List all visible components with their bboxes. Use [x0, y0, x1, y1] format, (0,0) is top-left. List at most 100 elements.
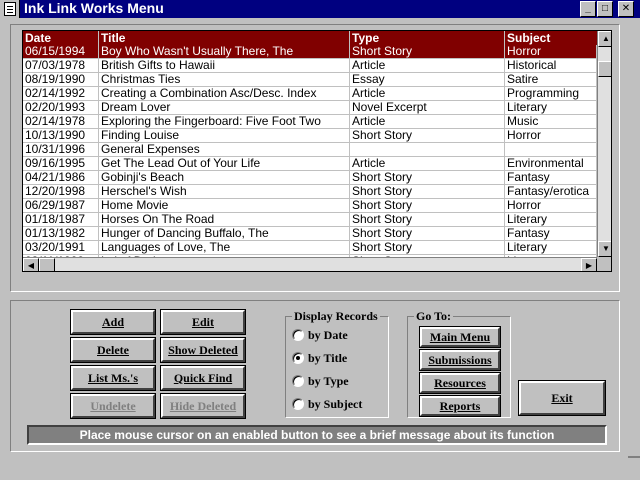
table-row[interactable]: 04/21/1986 Gobinji's Beach Short Story Fant… — [23, 171, 597, 185]
table-cell-type: Essay — [350, 73, 505, 87]
table-cell-date: 01/13/1982 — [23, 227, 99, 241]
hide-deleted-button[interactable]: Hide Deleted — [160, 393, 246, 419]
table-row[interactable]: 06/29/1987 Home Movie Short Story Horror — [23, 199, 597, 213]
table-cell-title: Creating a Combination Asc/Desc. Index — [99, 87, 350, 101]
table-cell-date: 02/14/1992 — [23, 87, 99, 101]
column-header-subject[interactable]: Subject — [505, 31, 597, 45]
table-cell-title: Hunger of Dancing Buffalo, The — [99, 227, 350, 241]
table-cell-subject: Historical — [505, 59, 597, 73]
radio-by-title-label: by Title — [308, 351, 348, 365]
table-cell-date: 02/14/1978 — [23, 115, 99, 129]
close-button[interactable]: ✕ — [618, 1, 634, 17]
table-cell-type: Article — [350, 157, 505, 171]
table-cell-type: Short Story — [350, 227, 505, 241]
list-ms-button[interactable]: List Ms.'s — [70, 365, 156, 391]
undelete-button[interactable]: Undelete — [70, 393, 156, 419]
list-ms-button-label: List Ms.'s — [87, 371, 138, 385]
table-row[interactable]: 01/18/1987 Horses On The Road Short Story L… — [23, 213, 597, 227]
table-cell-title: Herschel's Wish — [99, 185, 350, 199]
table-cell-subject: Fantasy — [505, 227, 597, 241]
scroll-left-arrow-icon[interactable]: ◀ — [23, 258, 39, 271]
table-cell-subject: Literary — [505, 241, 597, 255]
column-header-date[interactable]: Date — [23, 31, 99, 45]
submissions-button[interactable]: Submissions — [419, 349, 501, 371]
main-menu-button-label: Main Menu — [429, 330, 491, 344]
scroll-down-arrow-icon[interactable]: ▼ — [598, 241, 611, 257]
radio-by-type-circle[interactable] — [292, 375, 304, 387]
table-cell-title: Gobinji's Beach — [99, 171, 350, 185]
status-message: Place mouse cursor on an enabled button … — [27, 425, 607, 445]
table-cell-type: Short Story — [350, 213, 505, 227]
edit-button-label: Edit — [191, 315, 214, 329]
table-cell-subject: Environmental — [505, 157, 597, 171]
table-cell-subject: Horror — [505, 45, 597, 59]
window-title: Ink Link Works Menu — [24, 0, 164, 16]
records-grid[interactable]: Date Title Type Subject 06/15/1994 Boy Wh… — [22, 30, 612, 272]
table-row[interactable]: 02/14/1992 Creating a Combination Asc/Des… — [23, 87, 597, 101]
quick-find-button-label: Quick Find — [173, 371, 233, 385]
table-cell-type: Article — [350, 59, 505, 73]
radio-by-type-label: by Type — [308, 374, 349, 388]
table-cell-date: 02/20/1993 — [23, 101, 99, 115]
table-cell-date: 01/18/1987 — [23, 213, 99, 227]
vertical-scrollbar[interactable]: ▲ ▼ — [597, 31, 611, 257]
table-row[interactable]: 08/19/1990 Christmas Ties Essay Satire — [23, 73, 597, 87]
table-row[interactable]: 06/15/1994 Boy Who Wasn't Usually There, … — [23, 45, 597, 59]
show-deleted-button[interactable]: Show Deleted — [160, 337, 246, 363]
maximize-button[interactable]: □ — [597, 1, 613, 17]
table-row[interactable]: 07/03/1978 British Gifts to Hawaii Article… — [23, 59, 597, 73]
scroll-up-arrow-icon[interactable]: ▲ — [598, 31, 611, 47]
exit-button[interactable]: Exit — [518, 380, 606, 416]
vertical-scroll-thumb[interactable] — [598, 61, 611, 77]
table-row[interactable]: 09/16/1995 Get The Lead Out of Your Life A… — [23, 157, 597, 171]
column-header-type[interactable]: Type — [350, 31, 505, 45]
table-row[interactable]: 02/20/1993 Dream Lover Novel Excerpt Litera… — [23, 101, 597, 115]
horizontal-scroll-thumb[interactable] — [39, 258, 55, 271]
horizontal-scrollbar[interactable]: ◀ ▶ — [23, 257, 597, 271]
table-cell-date: 10/13/1990 — [23, 129, 99, 143]
table-row[interactable]: 01/13/1982 Hunger of Dancing Buffalo, The… — [23, 227, 597, 241]
table-cell-title: Christmas Ties — [99, 73, 350, 87]
column-header-title[interactable]: Title — [99, 31, 350, 45]
table-cell-type: Short Story — [350, 129, 505, 143]
table-cell-subject — [505, 143, 597, 157]
table-cell-title: Get The Lead Out of Your Life — [99, 157, 350, 171]
minimize-button[interactable]: _ — [580, 1, 596, 17]
resources-button-label: Resources — [434, 376, 486, 390]
table-row[interactable]: 10/13/1990 Finding Louise Short Story Horro… — [23, 129, 597, 143]
table-row[interactable]: 10/31/1996 General Expenses — [23, 143, 597, 157]
table-cell-type — [350, 143, 505, 157]
table-cell-title: Dream Lover — [99, 101, 350, 115]
radio-by-subject-circle[interactable] — [292, 398, 304, 410]
scroll-right-arrow-icon[interactable]: ▶ — [581, 258, 597, 271]
table-cell-title: Languages of Love, The — [99, 241, 350, 255]
system-menu-icon[interactable] — [0, 0, 20, 18]
main-menu-button[interactable]: Main Menu — [419, 326, 501, 348]
table-cell-type: Short Story — [350, 171, 505, 185]
table-row[interactable]: 12/20/1998 Herschel's Wish Short Story Fant… — [23, 185, 597, 199]
table-cell-type: Short Story — [350, 185, 505, 199]
table-cell-date: 04/21/1986 — [23, 171, 99, 185]
scrollbar-corner — [597, 257, 611, 271]
table-cell-type: Article — [350, 115, 505, 129]
edit-button[interactable]: Edit — [160, 309, 246, 335]
delete-button[interactable]: Delete — [70, 337, 156, 363]
radio-by-date-circle[interactable] — [292, 329, 304, 341]
table-cell-date: 08/19/1990 — [23, 73, 99, 87]
grid-body: 06/15/1994 Boy Who Wasn't Usually There, … — [23, 45, 597, 271]
radio-by-title-circle[interactable] — [292, 352, 304, 364]
table-cell-title: Finding Louise — [99, 129, 350, 143]
resources-button[interactable]: Resources — [419, 372, 501, 394]
table-cell-subject: Fantasy/erotica — [505, 185, 597, 199]
title-bar[interactable]: Ink Link Works Menu _ □ ✕ — [0, 0, 640, 18]
quick-find-button[interactable]: Quick Find — [160, 365, 246, 391]
table-row[interactable]: 03/20/1991 Languages of Love, The Short St… — [23, 241, 597, 255]
reports-button[interactable]: Reports — [419, 395, 501, 417]
table-row[interactable]: 02/14/1978 Exploring the Fingerboard: Fiv… — [23, 115, 597, 129]
display-records-title: Display Records — [292, 309, 380, 323]
hide-deleted-button-label: Hide Deleted — [169, 399, 237, 413]
table-cell-subject: Programming — [505, 87, 597, 101]
table-cell-date: 10/31/1996 — [23, 143, 99, 157]
exit-button-label: Exit — [551, 391, 573, 405]
add-button[interactable]: Add — [70, 309, 156, 335]
